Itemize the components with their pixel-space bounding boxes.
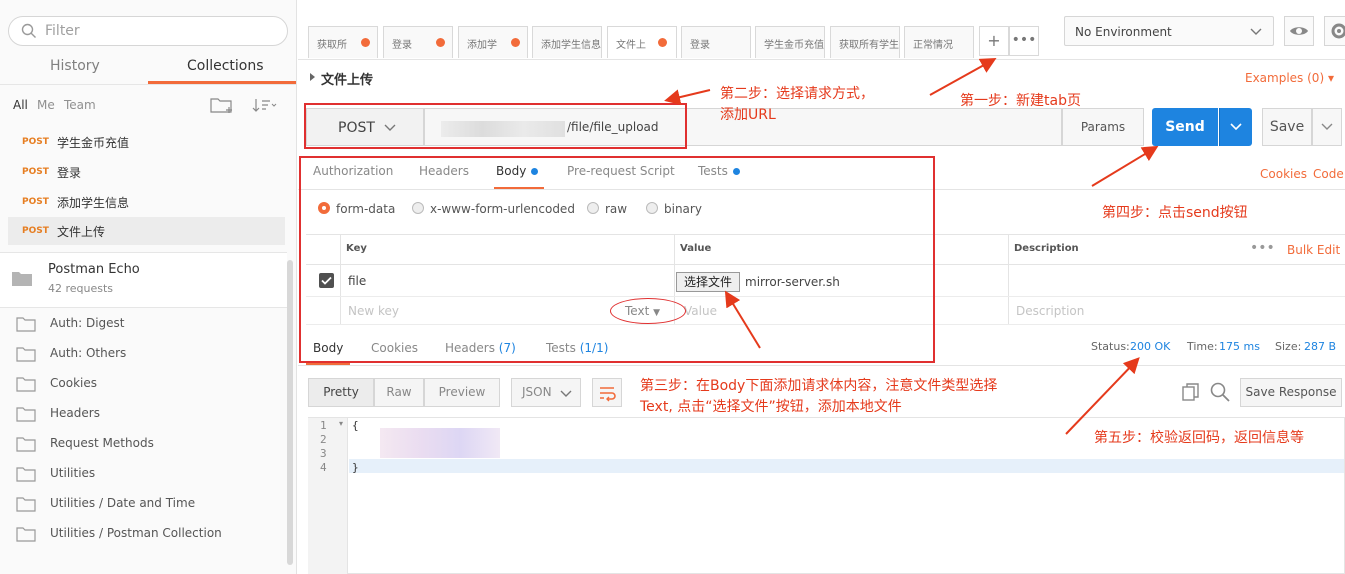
arrow-step4 xyxy=(1091,145,1159,187)
arrow-step5 xyxy=(1065,357,1140,435)
arrow-step1 xyxy=(929,58,997,96)
postman-window: Filter History Collections All Me Team P… xyxy=(0,0,1345,574)
arrow-step2 xyxy=(664,89,711,106)
annotation-arrows xyxy=(664,58,1159,435)
arrow-step3 xyxy=(724,290,761,349)
